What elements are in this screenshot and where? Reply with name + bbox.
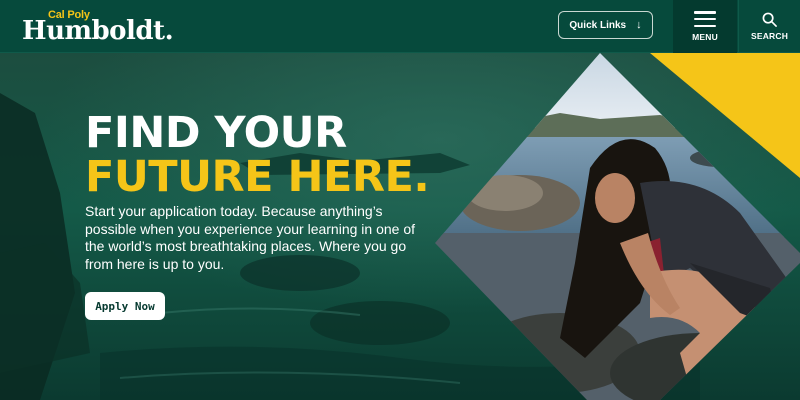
hero-section: FIND YOUR FUTURE HERE. Start your applic… (0, 53, 800, 400)
apply-now-button[interactable]: Apply Now (85, 292, 165, 320)
quick-links-button[interactable]: Quick Links ↓ (558, 11, 653, 39)
quick-links-label: Quick Links (569, 19, 627, 31)
hamburger-icon (694, 11, 716, 27)
site-header: Cal Poly Humboldt. Quick Links ↓ MENU SE… (0, 0, 800, 53)
headline-line-1: FIND YOUR (85, 108, 347, 158)
search-button[interactable]: SEARCH (738, 0, 800, 53)
headline-line-2: FUTURE HERE. (85, 152, 430, 202)
hero-intro-text: Start your application today. Because an… (85, 203, 415, 272)
arrow-down-icon: ↓ (636, 19, 642, 31)
search-label: SEARCH (750, 31, 789, 41)
logo-humboldt: Humboldt. (22, 16, 174, 46)
hero-headline: FIND YOUR FUTURE HERE. (85, 108, 430, 202)
menu-label: MENU (692, 32, 718, 42)
menu-button[interactable]: MENU (673, 0, 737, 53)
search-icon (762, 12, 777, 27)
site-logo[interactable]: Cal Poly Humboldt. (22, 9, 182, 46)
